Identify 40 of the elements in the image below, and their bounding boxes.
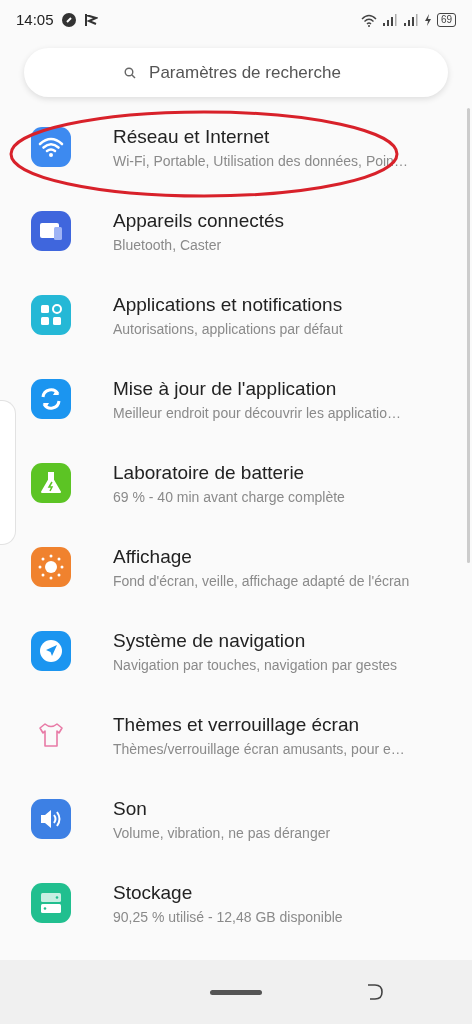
- item-subtitle: Thèmes/verrouillage écran amusants, pour e…: [113, 739, 405, 758]
- charging-icon: [423, 14, 432, 26]
- item-subtitle: Navigation par touches, navigation par gestes: [113, 655, 398, 674]
- notification-icon: [61, 13, 76, 27]
- item-subtitle: 90,25 % utilisé - 12,48 GB disponible: [113, 907, 343, 926]
- item-title: Stockage: [113, 880, 194, 905]
- wifi-icon: [31, 127, 71, 167]
- navigation-icon: [31, 631, 71, 671]
- item-title: Mise à jour de l'application: [113, 376, 338, 401]
- item-title: Laboratoire de batterie: [113, 460, 306, 485]
- flag-icon: [83, 13, 98, 27]
- item-title: Affichage: [113, 544, 193, 569]
- item-title: Applications et notifications: [113, 292, 343, 317]
- refresh-icon: [31, 379, 71, 419]
- item-subtitle: Meilleur endroit pour découvrir les applicatio…: [113, 403, 401, 422]
- sun-icon: [31, 547, 71, 587]
- item-title: Thèmes et verrouillage écran: [113, 712, 361, 737]
- flask-icon: [31, 463, 71, 503]
- item-title: Son: [113, 796, 148, 821]
- item-title: Réseau et Internet: [113, 124, 271, 149]
- item-subtitle: Bluetooth, Caster: [113, 235, 223, 254]
- item-title: Système de navigation: [113, 628, 307, 653]
- devices-icon: [31, 211, 71, 251]
- home-bar[interactable]: [210, 989, 262, 995]
- search-field[interactable]: Paramètres de recherche: [24, 48, 448, 97]
- item-subtitle: Volume, vibration, ne pas déranger: [113, 823, 331, 842]
- item-title: Appareils connectés: [113, 208, 285, 233]
- item-subtitle: Fond d'écran, veille, affichage adapté de l'écran: [113, 571, 410, 590]
- item-subtitle: 69 % - 40 min avant charge complète: [113, 487, 345, 506]
- wifi-icon: [360, 13, 377, 27]
- back-icon[interactable]: [366, 983, 384, 1001]
- signal-icon: [402, 14, 419, 26]
- battery-indicator: 69: [436, 13, 456, 27]
- search-icon: [124, 67, 136, 79]
- status-time: 14:05: [16, 9, 54, 30]
- storage-icon: [31, 883, 71, 923]
- signal-icon: [381, 14, 398, 26]
- speaker-icon: [31, 799, 71, 839]
- item-subtitle: Autorisations, applications par défaut: [113, 319, 343, 338]
- apps-icon: [31, 295, 71, 335]
